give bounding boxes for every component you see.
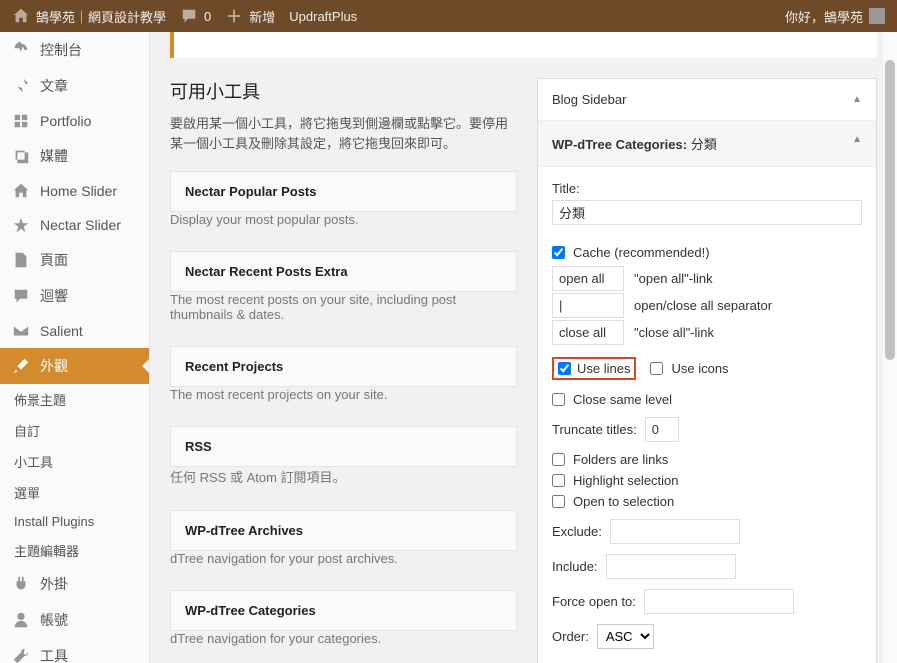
widget-description: 任何 RSS 或 Atom 訂閱項目。 [170,467,517,504]
chevron-up-icon: ▲ [852,94,862,105]
order-select[interactable]: ASC [597,624,654,649]
available-widget[interactable]: WP-dTree Categories [170,590,517,631]
truncate-input[interactable] [645,417,679,442]
widget-description: The most recent posts on your site, incl… [170,292,517,340]
admin-menu: 控制台 文章 Portfolio 媒體 Home Slider Nectar S… [0,32,150,663]
available-widget[interactable]: RSS [170,426,517,467]
available-widget[interactable]: Nectar Popular Posts [170,171,517,212]
gauge-icon [12,41,30,59]
submenu-menus[interactable]: 選單 [0,477,149,508]
cache-checkbox[interactable] [552,246,565,259]
page-help: 要啟用某一個小工具，將它拖曳到側邊欄或點擊它。要停用某一個小工具及刪除其設定，將… [170,114,517,153]
comments-link[interactable]: 0 [180,7,211,25]
menu-portfolio[interactable]: Portfolio [0,104,149,138]
closesame-checkbox[interactable] [552,393,565,406]
opento-checkbox[interactable] [552,495,565,508]
openall-input[interactable] [552,266,624,291]
page-title: 可用小工具 [170,78,517,104]
admin-toolbar: 鵠學苑｜網頁設計教學 0 新增 UpdraftPlus 你好，鵠學苑 [0,0,897,32]
useicons-checkbox[interactable] [650,362,663,375]
available-widget[interactable]: WP-dTree Archives [170,510,517,551]
scrollbar[interactable] [883,32,897,663]
grid-icon [12,112,30,130]
available-widget[interactable]: Recent Projects [170,346,517,387]
widget-description: dTree navigation for your categories. [170,631,517,663]
widget-description: Display your most popular posts. [170,212,517,245]
menu-posts[interactable]: 文章 [0,68,149,104]
notice-bar [170,32,877,58]
comment-icon [180,7,198,25]
submenu-install[interactable]: Install Plugins [0,508,149,535]
avatar [869,8,885,24]
submenu-editor[interactable]: 主題編輯器 [0,535,149,566]
home-icon [12,182,30,200]
closeall-input[interactable] [552,320,624,345]
menu-media[interactable]: 媒體 [0,138,149,174]
plus-icon [225,7,243,25]
include-input[interactable] [606,554,736,579]
submenu-widgets[interactable]: 小工具 [0,446,149,477]
menu-dashboard[interactable]: 控制台 [0,32,149,68]
title-label: Title: [552,181,862,196]
chevron-up-icon: ▲ [852,134,862,153]
exclude-input[interactable] [610,519,740,544]
uselines-checkbox[interactable] [558,362,571,375]
menu-homeslider[interactable]: Home Slider [0,174,149,208]
menu-comments[interactable]: 迴響 [0,278,149,314]
menu-tools[interactable]: 工具 [0,638,149,663]
sidebar-header[interactable]: Blog Sidebar▲ [538,79,876,121]
media-icon [12,147,30,165]
star-icon [12,216,30,234]
site-link[interactable]: 鵠學苑｜網頁設計教學 [12,7,166,26]
user-icon [12,611,30,629]
menu-plugins[interactable]: 外掛 [0,566,149,602]
home-icon [12,7,30,25]
updraft-link[interactable]: UpdraftPlus [289,9,357,24]
menu-salient[interactable]: Salient [0,314,149,348]
pin-icon [12,77,30,95]
submenu-customize[interactable]: 自訂 [0,415,149,446]
highlight-checkbox[interactable] [552,474,565,487]
widget-header[interactable]: WP-dTree Categories: 分類 ▲ [538,121,876,167]
use-lines-highlight: Use lines [552,357,636,380]
separator-input[interactable] [552,293,624,318]
forceopen-input[interactable] [644,589,794,614]
available-widget[interactable]: Nectar Recent Posts Extra [170,251,517,292]
menu-pages[interactable]: 頁面 [0,242,149,278]
title-input[interactable] [552,200,862,225]
submenu-themes[interactable]: 佈景主題 [0,384,149,415]
account-greeting[interactable]: 你好，鵠學苑 [785,7,885,26]
sidebar-panel: Blog Sidebar▲ WP-dTree Categories: 分類 ▲ … [537,78,877,663]
brush-icon [12,357,30,375]
menu-users[interactable]: 帳號 [0,602,149,638]
comment-icon [12,287,30,305]
folders-checkbox[interactable] [552,453,565,466]
menu-appearance[interactable]: 外觀 [0,348,149,384]
page-icon [12,251,30,269]
new-content[interactable]: 新增 [225,7,275,26]
wrench-icon [12,647,30,663]
widget-description: The most recent projects on your site. [170,387,517,420]
scrollbar-thumb[interactable] [885,60,895,360]
menu-nectarslider[interactable]: Nectar Slider [0,208,149,242]
widget-description: dTree navigation for your post archives. [170,551,517,584]
envelope-icon [12,322,30,340]
plug-icon [12,575,30,593]
